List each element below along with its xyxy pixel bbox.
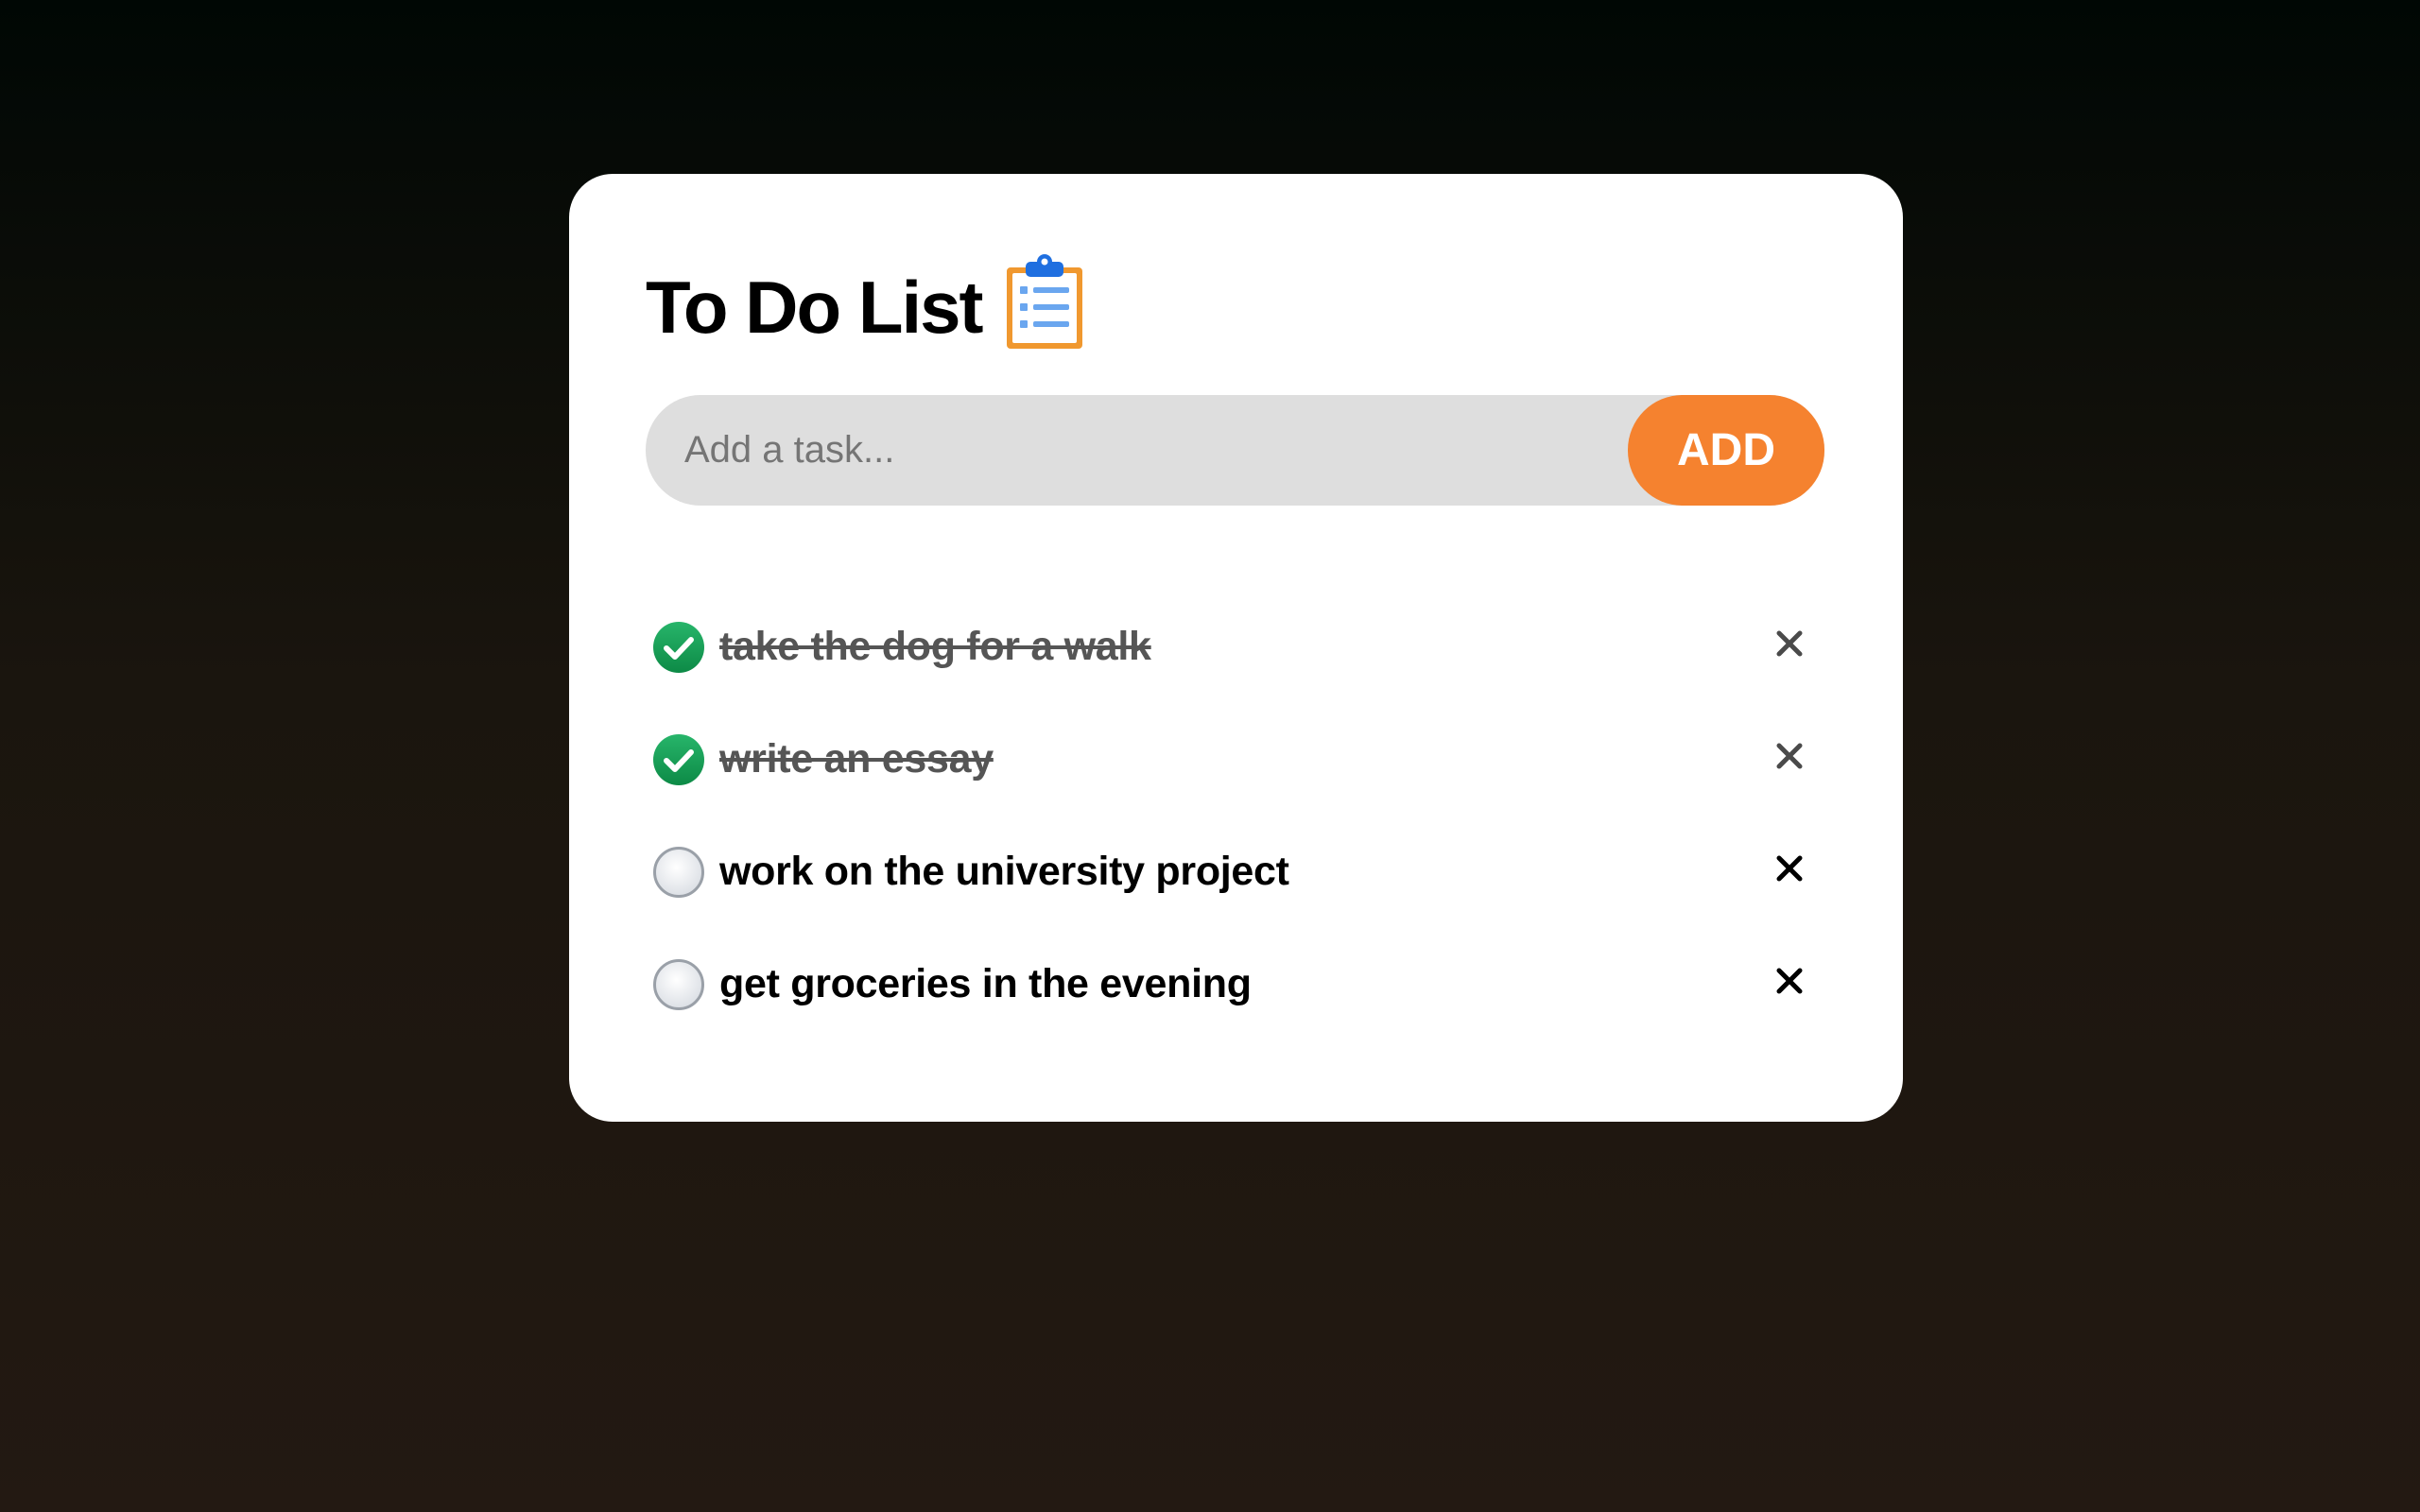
checked-circle-icon[interactable] bbox=[652, 733, 705, 786]
task-item-3[interactable]: work on the university project bbox=[646, 816, 1824, 928]
task-text: get groceries in the evening bbox=[719, 961, 1252, 1006]
task-list: take the dog for a walk write an essay w… bbox=[646, 591, 1824, 1040]
todo-card: To Do List ADD take the dog for a walk bbox=[569, 174, 1903, 1122]
close-icon[interactable] bbox=[1766, 732, 1813, 780]
page-title: To Do List bbox=[646, 266, 983, 349]
task-item-4[interactable]: get groceries in the evening bbox=[646, 928, 1824, 1040]
clipboard-list-icon bbox=[1005, 252, 1084, 351]
task-item-1[interactable]: take the dog for a walk bbox=[646, 591, 1824, 703]
add-button[interactable]: ADD bbox=[1628, 395, 1824, 506]
title-row: To Do List bbox=[646, 254, 1824, 350]
checked-circle-icon[interactable] bbox=[652, 621, 705, 674]
unchecked-circle-icon[interactable] bbox=[652, 958, 705, 1011]
close-icon[interactable] bbox=[1766, 957, 1813, 1005]
add-task-bar: ADD bbox=[646, 395, 1824, 506]
task-item-2[interactable]: write an essay bbox=[646, 703, 1824, 816]
task-text: work on the university project bbox=[719, 849, 1289, 894]
task-text: write an essay bbox=[719, 736, 994, 782]
task-text: take the dog for a walk bbox=[719, 624, 1151, 669]
close-icon[interactable] bbox=[1766, 845, 1813, 892]
close-icon[interactable] bbox=[1766, 620, 1813, 667]
task-input[interactable] bbox=[646, 395, 1591, 506]
unchecked-circle-icon[interactable] bbox=[652, 846, 705, 899]
